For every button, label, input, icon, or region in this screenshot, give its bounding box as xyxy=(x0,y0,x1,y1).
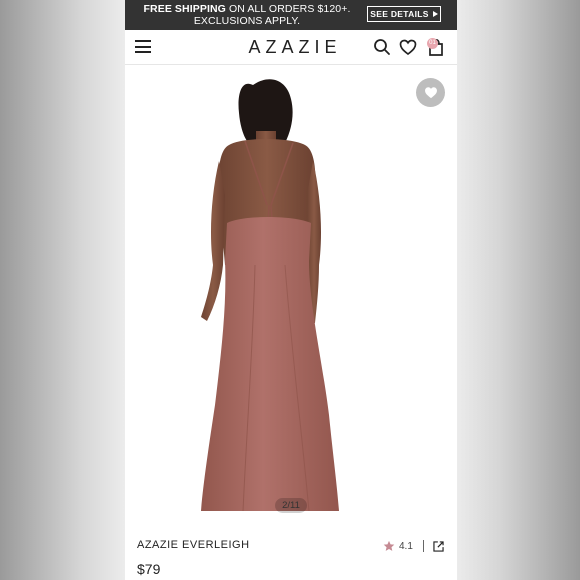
share-icon[interactable] xyxy=(432,540,445,553)
brand-logo[interactable]: AZAZIE xyxy=(195,37,395,58)
heart-icon[interactable] xyxy=(398,37,418,57)
search-icon[interactable] xyxy=(372,37,392,57)
promo-text: FREE SHIPPING ON ALL ORDERS $120+. EXCLU… xyxy=(133,3,361,27)
play-triangle-icon xyxy=(432,11,438,17)
promo-line1: ON ALL ORDERS $120+. xyxy=(225,3,351,15)
rating-value[interactable]: 4.1 xyxy=(399,541,413,552)
promo-bold: FREE SHIPPING xyxy=(143,3,226,15)
phone-screen: FREE SHIPPING ON ALL ORDERS $120+. EXCLU… xyxy=(125,0,457,580)
divider xyxy=(422,540,424,552)
menu-icon[interactable] xyxy=(135,40,151,53)
product-price: $79 xyxy=(137,561,161,577)
product-name: AZAZIE EVERLEIGH xyxy=(137,539,250,551)
cart-count-badge: 01 xyxy=(427,38,438,49)
see-details-label: SEE DETAILS xyxy=(370,9,429,19)
dress-photo-illustration xyxy=(201,79,339,512)
image-counter: 2/11 xyxy=(275,498,307,513)
site-header: AZAZIE 01 xyxy=(125,30,457,65)
heart-filled-icon xyxy=(424,87,437,99)
promo-banner: FREE SHIPPING ON ALL ORDERS $120+. EXCLU… xyxy=(125,0,457,30)
favorite-button[interactable] xyxy=(416,78,445,107)
rating-share-group: 4.1 xyxy=(383,539,445,553)
star-icon xyxy=(383,540,395,551)
see-details-button[interactable]: SEE DETAILS xyxy=(367,6,441,22)
promo-line2: EXCLUSIONS APPLY. xyxy=(193,15,301,27)
product-image[interactable]: 2/11 xyxy=(125,65,457,525)
